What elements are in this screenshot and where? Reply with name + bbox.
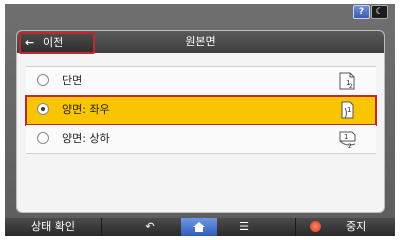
single-sided-page-icon: 1 2 (339, 72, 355, 90)
radio-button-selected[interactable] (37, 103, 49, 115)
stop-label: 중지 (346, 220, 367, 233)
menu-icon[interactable]: ☰ (227, 218, 261, 236)
option-single-sided[interactable]: 단면 1 2 (26, 66, 376, 96)
stop-button[interactable]: 중지 (295, 218, 395, 236)
option-duplex-top-bottom[interactable]: 양면: 상하 1 2 (26, 125, 376, 154)
stop-icon (310, 221, 321, 232)
dialog-header: ← 이전 원본면 (17, 31, 384, 54)
help-button[interactable]: ? (353, 5, 370, 19)
duplex-top-bottom-icon: 1 2 (339, 131, 356, 150)
touch-screen: ? ☾ ← 이전 원본면 단면 1 2 양면: 좌우 1 양면: 상하 1 2 … (5, 4, 395, 236)
option-label: 양면: 상하 (62, 132, 110, 145)
top-bar: ? ☾ (5, 4, 395, 19)
svg-text:2: 2 (349, 83, 353, 90)
status-check-button[interactable]: 상태 확인 (5, 218, 102, 236)
original-sides-dialog: ← 이전 원본면 단면 1 2 양면: 좌우 1 양면: 상하 1 2 (16, 30, 385, 213)
home-icon[interactable] (181, 218, 217, 236)
radio-button[interactable] (37, 74, 49, 86)
svg-text:2: 2 (348, 143, 352, 150)
duplex-left-right-icon: 1 (341, 101, 354, 119)
back-arrow-icon[interactable]: ↶ (133, 218, 167, 236)
moon-icon[interactable]: ☾ (371, 5, 388, 19)
option-label: 양면: 좌우 (62, 103, 110, 116)
bottom-bar: 상태 확인 ↶ ☰ 중지 (5, 218, 395, 236)
svg-text:1: 1 (347, 106, 351, 114)
radio-button[interactable] (37, 132, 49, 144)
option-list: 단면 1 2 양면: 좌우 1 양면: 상하 1 2 (25, 66, 377, 154)
svg-text:1: 1 (344, 133, 348, 141)
option-duplex-left-right[interactable]: 양면: 좌우 1 (25, 95, 377, 126)
option-label: 단면 (62, 74, 83, 87)
dialog-title: 원본면 (185, 35, 216, 48)
